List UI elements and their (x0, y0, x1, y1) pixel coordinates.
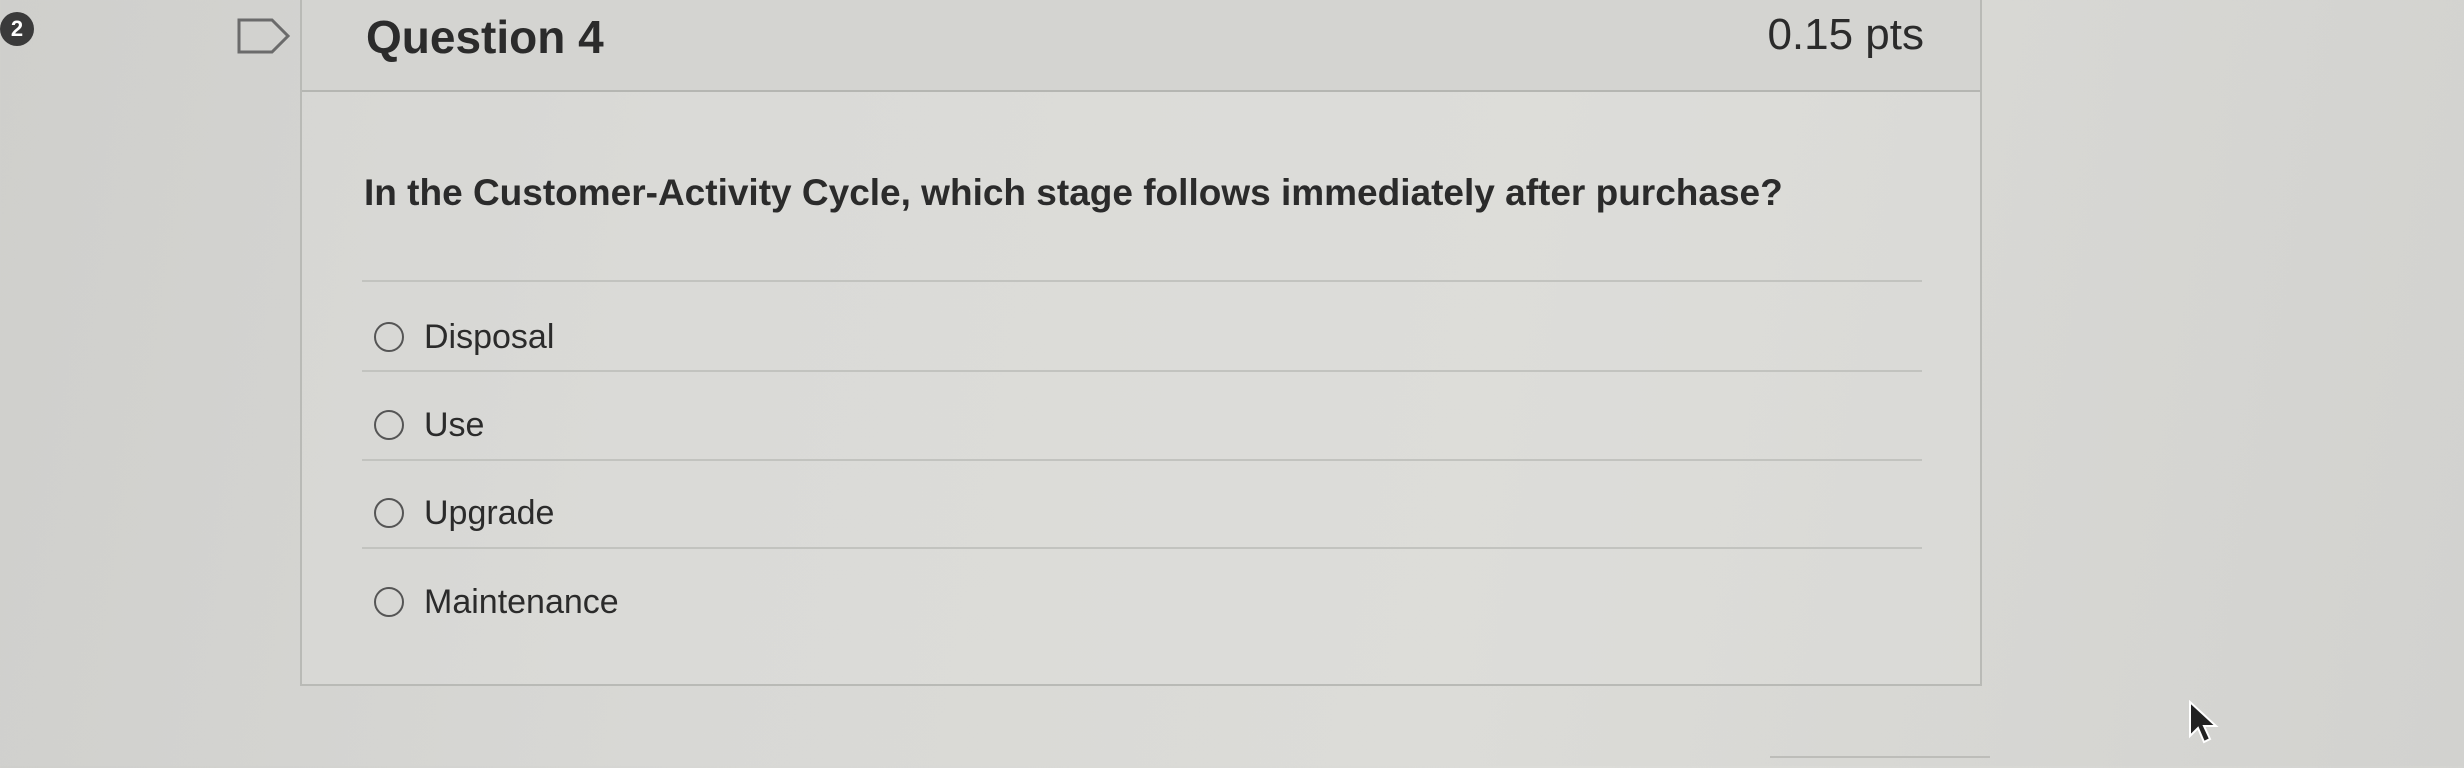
question-number-badge: 2 (0, 12, 34, 46)
divider (362, 547, 1922, 549)
answer-label: Use (424, 405, 485, 444)
answer-option-use[interactable]: Use (374, 395, 484, 455)
radio-button[interactable] (374, 322, 404, 352)
question-points: 0.15 pts (1767, 10, 1924, 59)
answer-option-maintenance[interactable]: Maintenance (374, 572, 619, 632)
answer-label: Disposal (424, 317, 555, 356)
question-card: Question 4 0.15 pts In the Customer-Acti… (300, 0, 1982, 686)
question-text: In the Customer-Activity Cycle, which st… (364, 172, 1783, 213)
answer-label: Upgrade (424, 493, 555, 532)
next-element-edge (1770, 756, 1990, 768)
answer-label: Maintenance (424, 582, 619, 621)
flag-question-icon[interactable] (236, 16, 294, 56)
mouse-pointer-icon (2189, 700, 2219, 744)
answer-option-disposal[interactable]: Disposal (374, 307, 554, 367)
radio-button[interactable] (374, 410, 404, 440)
divider (362, 370, 1922, 372)
divider (362, 280, 1922, 282)
divider (362, 459, 1922, 461)
question-header: Question 4 0.15 pts (302, 0, 1980, 92)
radio-button[interactable] (374, 498, 404, 528)
question-title: Question 4 (366, 11, 604, 63)
radio-button[interactable] (374, 587, 404, 617)
answer-option-upgrade[interactable]: Upgrade (374, 483, 554, 543)
